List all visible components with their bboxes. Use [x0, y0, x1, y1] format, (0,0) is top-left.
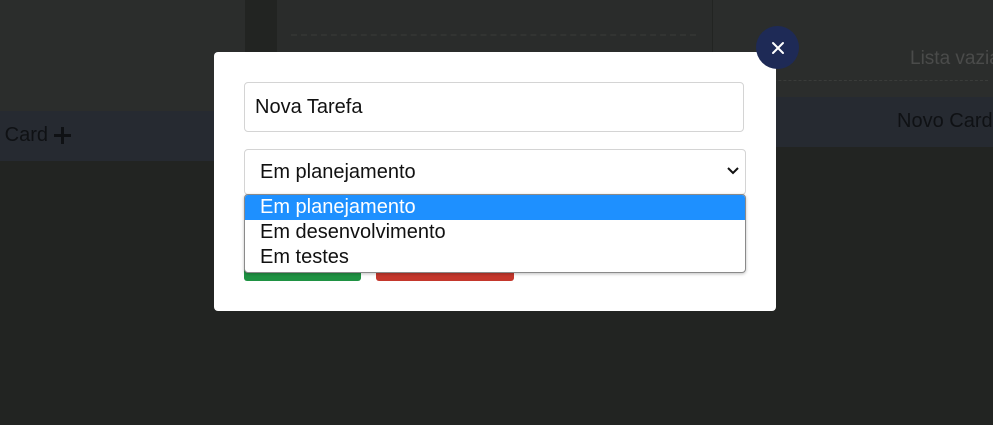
close-modal-button[interactable]: [756, 26, 799, 69]
status-select[interactable]: Em planejamento: [244, 149, 746, 195]
status-option[interactable]: Em testes: [245, 245, 745, 270]
close-icon: [771, 41, 784, 54]
list-column-left: o Card: [0, 0, 245, 161]
chevron-down-icon: [727, 167, 739, 175]
status-option[interactable]: Em planejamento: [245, 195, 745, 220]
status-dropdown-list: Em planejamento Em desenvolvimento Em te…: [244, 194, 746, 273]
empty-list-text: Lista vazia: [910, 48, 993, 69]
status-option[interactable]: Em desenvolvimento: [245, 220, 745, 245]
card-placeholder: [291, 34, 696, 54]
status-selected-value: Em planejamento: [260, 161, 416, 183]
add-card-label: o Card: [0, 124, 49, 146]
list-column-middle: [277, 0, 712, 60]
add-card-label: Novo Card: [897, 110, 993, 132]
plus-icon: [54, 127, 72, 144]
task-title-input[interactable]: Nova Tarefa: [244, 82, 744, 132]
add-card-bar-left[interactable]: o Card: [0, 111, 245, 161]
